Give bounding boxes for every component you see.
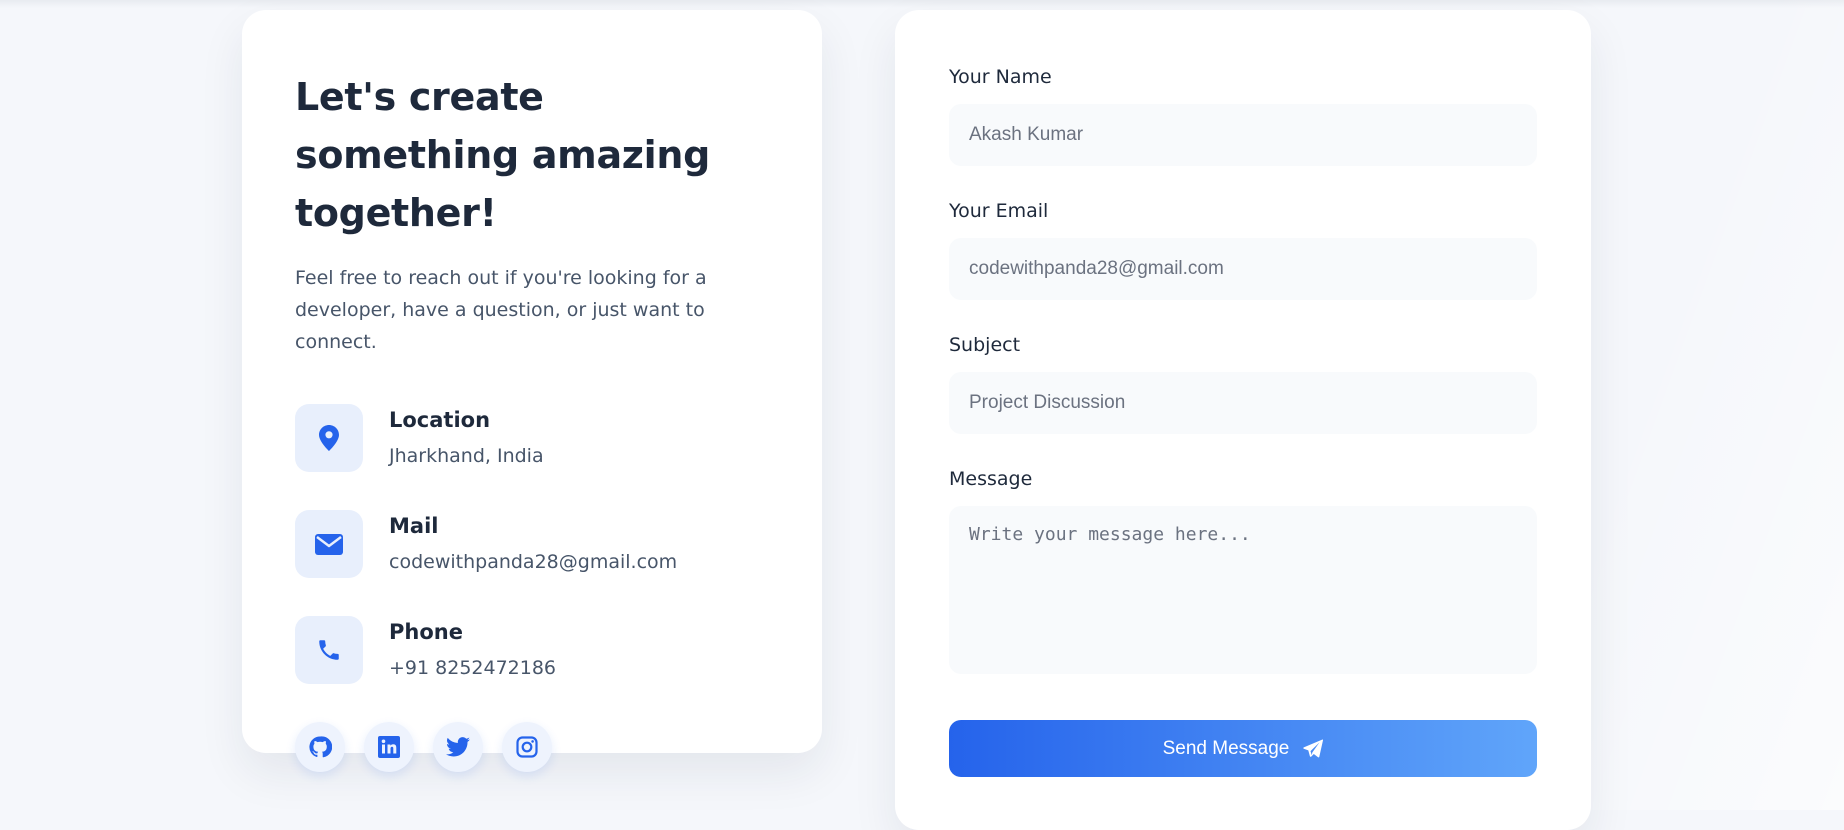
subject-input[interactable]	[949, 372, 1537, 434]
name-label: Your Name	[949, 66, 1052, 88]
subject-field-group: Subject	[949, 332, 1537, 434]
contact-form: Your Name Your Email Subject Message Sen…	[949, 64, 1537, 777]
contact-value[interactable]: codewithpanda28@gmail.com	[389, 548, 677, 576]
contact-item-mail: Mail codewithpanda28@gmail.com	[295, 510, 769, 578]
contact-value[interactable]: +91 8252472186	[389, 654, 556, 682]
linkedin-link[interactable]	[364, 722, 414, 772]
message-textarea[interactable]	[949, 506, 1537, 674]
linkedin-icon	[378, 736, 400, 758]
phone-icon	[295, 616, 363, 684]
send-message-label: Send Message	[1162, 737, 1290, 759]
name-input[interactable]	[949, 104, 1537, 166]
contact-label: Location	[389, 408, 491, 432]
mail-icon	[295, 510, 363, 578]
paper-plane-icon	[1303, 738, 1324, 759]
instagram-icon	[516, 736, 538, 758]
contact-form-card: Your Name Your Email Subject Message Sen…	[895, 10, 1591, 830]
subject-label: Subject	[949, 334, 1021, 356]
contact-label: Mail	[389, 514, 439, 538]
email-label: Your Email	[949, 200, 1049, 222]
instagram-link[interactable]	[502, 722, 552, 772]
info-title: Let's create something amazing together!	[295, 75, 710, 235]
twitter-link[interactable]	[433, 722, 483, 772]
location-pin-icon	[295, 404, 363, 472]
email-field-group: Your Email	[949, 198, 1537, 300]
contact-item-location: Location Jharkhand, India	[295, 404, 769, 472]
github-link[interactable]	[295, 722, 345, 772]
github-icon	[309, 736, 332, 758]
social-links	[295, 722, 769, 772]
info-description: Feel free to reach out if you're looking…	[295, 267, 707, 353]
contact-list: Location Jharkhand, India Mail codewithp…	[295, 404, 769, 684]
twitter-icon	[446, 737, 470, 757]
contact-item-phone: Phone +91 8252472186	[295, 616, 769, 684]
name-field-group: Your Name	[949, 64, 1537, 166]
message-field-group: Message	[949, 466, 1537, 674]
contact-value: Jharkhand, India	[389, 445, 544, 467]
send-message-button[interactable]: Send Message	[949, 720, 1537, 777]
contact-label: Phone	[389, 620, 463, 644]
contact-info-card: Let's create something amazing together!…	[242, 10, 822, 772]
email-input[interactable]	[949, 238, 1537, 300]
message-label: Message	[949, 468, 1033, 490]
